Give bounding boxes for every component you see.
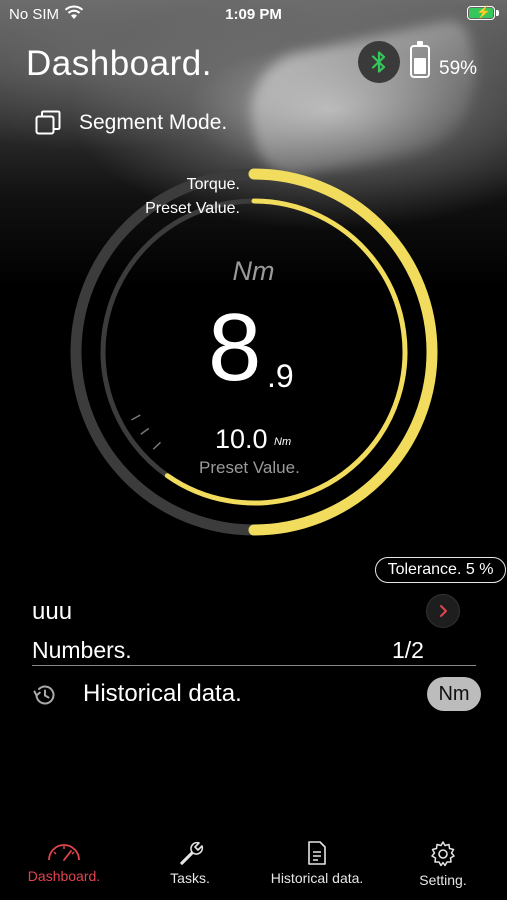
divider xyxy=(32,665,476,666)
gauge-unit: Nm xyxy=(232,256,275,286)
tab-bar: Dashboard. Tasks. Historical data. Setti… xyxy=(0,830,507,900)
numbers-label: Numbers. xyxy=(32,637,132,663)
tab-label: Setting. xyxy=(419,872,467,888)
unit-toggle-button[interactable]: Nm xyxy=(427,677,481,711)
torque-ring-label: Torque. xyxy=(186,176,240,193)
wrench-icon xyxy=(180,841,204,865)
tab-setting[interactable]: Setting. xyxy=(383,830,503,900)
gauge-tick xyxy=(152,441,162,450)
tolerance-label: Tolerance. 5 % xyxy=(387,561,494,578)
tab-label: Historical data. xyxy=(270,870,364,886)
preset-value: 10.0 xyxy=(215,424,268,454)
tab-label: Tasks. xyxy=(170,870,210,886)
numbers-value: 1/2 xyxy=(392,637,424,663)
tolerance-badge[interactable]: Tolerance. 5 % xyxy=(375,557,506,583)
speedometer-icon xyxy=(48,844,80,861)
tab-label: Dashboard. xyxy=(27,868,101,884)
torque-reading-integer: 8 xyxy=(208,294,262,401)
tab-tasks[interactable]: Tasks. xyxy=(130,830,250,900)
gauge-tick xyxy=(131,414,141,421)
gear-icon xyxy=(431,841,455,867)
gauge-tick xyxy=(140,427,150,435)
tab-historical-data[interactable]: Historical data. xyxy=(257,830,377,900)
preset-unit: Nm xyxy=(274,436,292,448)
preset-caption: Preset Value. xyxy=(199,458,300,477)
document-icon xyxy=(308,841,326,865)
history-icon[interactable] xyxy=(32,682,58,708)
torque-reading-decimal: .9 xyxy=(267,358,294,394)
chevron-right-icon xyxy=(440,605,447,617)
task-detail-button[interactable] xyxy=(426,594,460,628)
task-name: uuu xyxy=(32,598,73,625)
preset-ring-label: Preset Value. xyxy=(145,200,240,217)
historical-data-label[interactable]: Historical data. xyxy=(83,680,242,708)
tab-dashboard[interactable]: Dashboard. xyxy=(4,830,124,900)
